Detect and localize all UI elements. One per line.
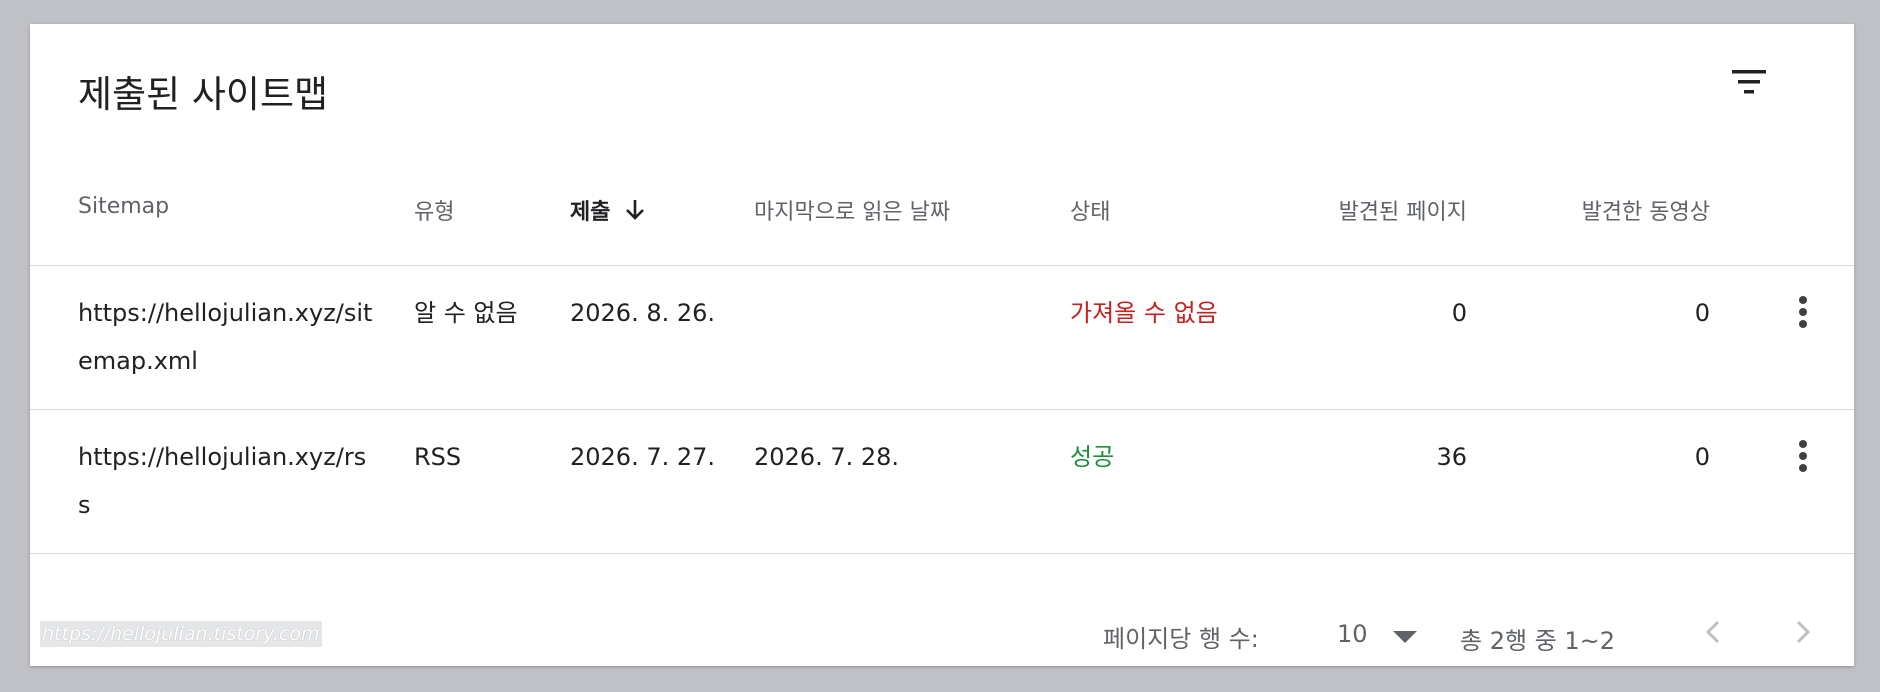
status-cell: 성공	[1070, 443, 1115, 471]
rows-per-page-label: 페이지당 행 수:	[1103, 625, 1259, 653]
dropdown-arrow-icon	[1393, 628, 1417, 647]
submitted-cell: 2026. 8. 26.	[570, 299, 716, 327]
next-page-button[interactable]	[1782, 612, 1822, 652]
discovered-videos-cell: 0	[1694, 299, 1710, 327]
submitted-cell: 2026. 7. 27.	[570, 443, 716, 471]
more-vert-icon	[1783, 440, 1823, 481]
rows-per-page-select[interactable]: 10	[1330, 614, 1430, 654]
chevron-left-icon	[1694, 620, 1734, 656]
column-header-type[interactable]: 유형	[414, 194, 454, 226]
header-divider	[30, 265, 1854, 266]
column-header-status[interactable]: 상태	[1070, 194, 1110, 226]
page-title: 제출된 사이트맵	[78, 73, 329, 116]
sitemap-url-cell[interactable]: https://hellojulian.xyz/sitemap.xml	[78, 289, 378, 385]
status-cell: 가져올 수 없음	[1070, 299, 1218, 327]
row-divider	[30, 409, 1854, 410]
column-header-discovered-pages[interactable]: 발견된 페이지	[1230, 194, 1467, 226]
column-header-submitted[interactable]: 제출	[570, 194, 646, 228]
last-read-cell: 2026. 7. 28.	[754, 443, 900, 471]
filter-icon	[1730, 66, 1790, 98]
sitemaps-card: 제출된 사이트맵 Sitemap 유형 제출 마지막으로 읽은 날짜 상태 발견…	[30, 24, 1854, 666]
arrow-down-icon	[624, 198, 646, 228]
type-cell: 알 수 없음	[414, 299, 518, 327]
rows-per-page-value: 10	[1337, 620, 1368, 648]
discovered-videos-cell: 0	[1694, 443, 1710, 471]
column-header-submitted-label: 제출	[570, 200, 611, 225]
filter-button[interactable]	[1730, 66, 1790, 106]
chevron-right-icon	[1782, 620, 1822, 656]
sitemap-url-cell[interactable]: https://hellojulian.xyz/rss	[78, 433, 378, 529]
column-header-discovered-videos[interactable]: 발견한 동영상	[1490, 194, 1710, 226]
more-vert-icon	[1783, 296, 1823, 337]
previous-page-button[interactable]	[1694, 612, 1734, 652]
discovered-pages-cell: 36	[1436, 443, 1467, 471]
type-cell: RSS	[414, 443, 462, 471]
column-header-sitemap[interactable]: Sitemap	[78, 194, 169, 219]
discovered-pages-cell: 0	[1451, 299, 1467, 327]
watermark: https://hellojulian.tistory.com	[40, 621, 322, 647]
table-bottom-divider	[30, 553, 1854, 554]
pagination-range: 총 2행 중 1~2	[1460, 627, 1616, 655]
column-header-last-read[interactable]: 마지막으로 읽은 날짜	[754, 194, 950, 226]
row-more-button[interactable]	[1783, 437, 1823, 477]
row-more-button[interactable]	[1783, 293, 1823, 333]
